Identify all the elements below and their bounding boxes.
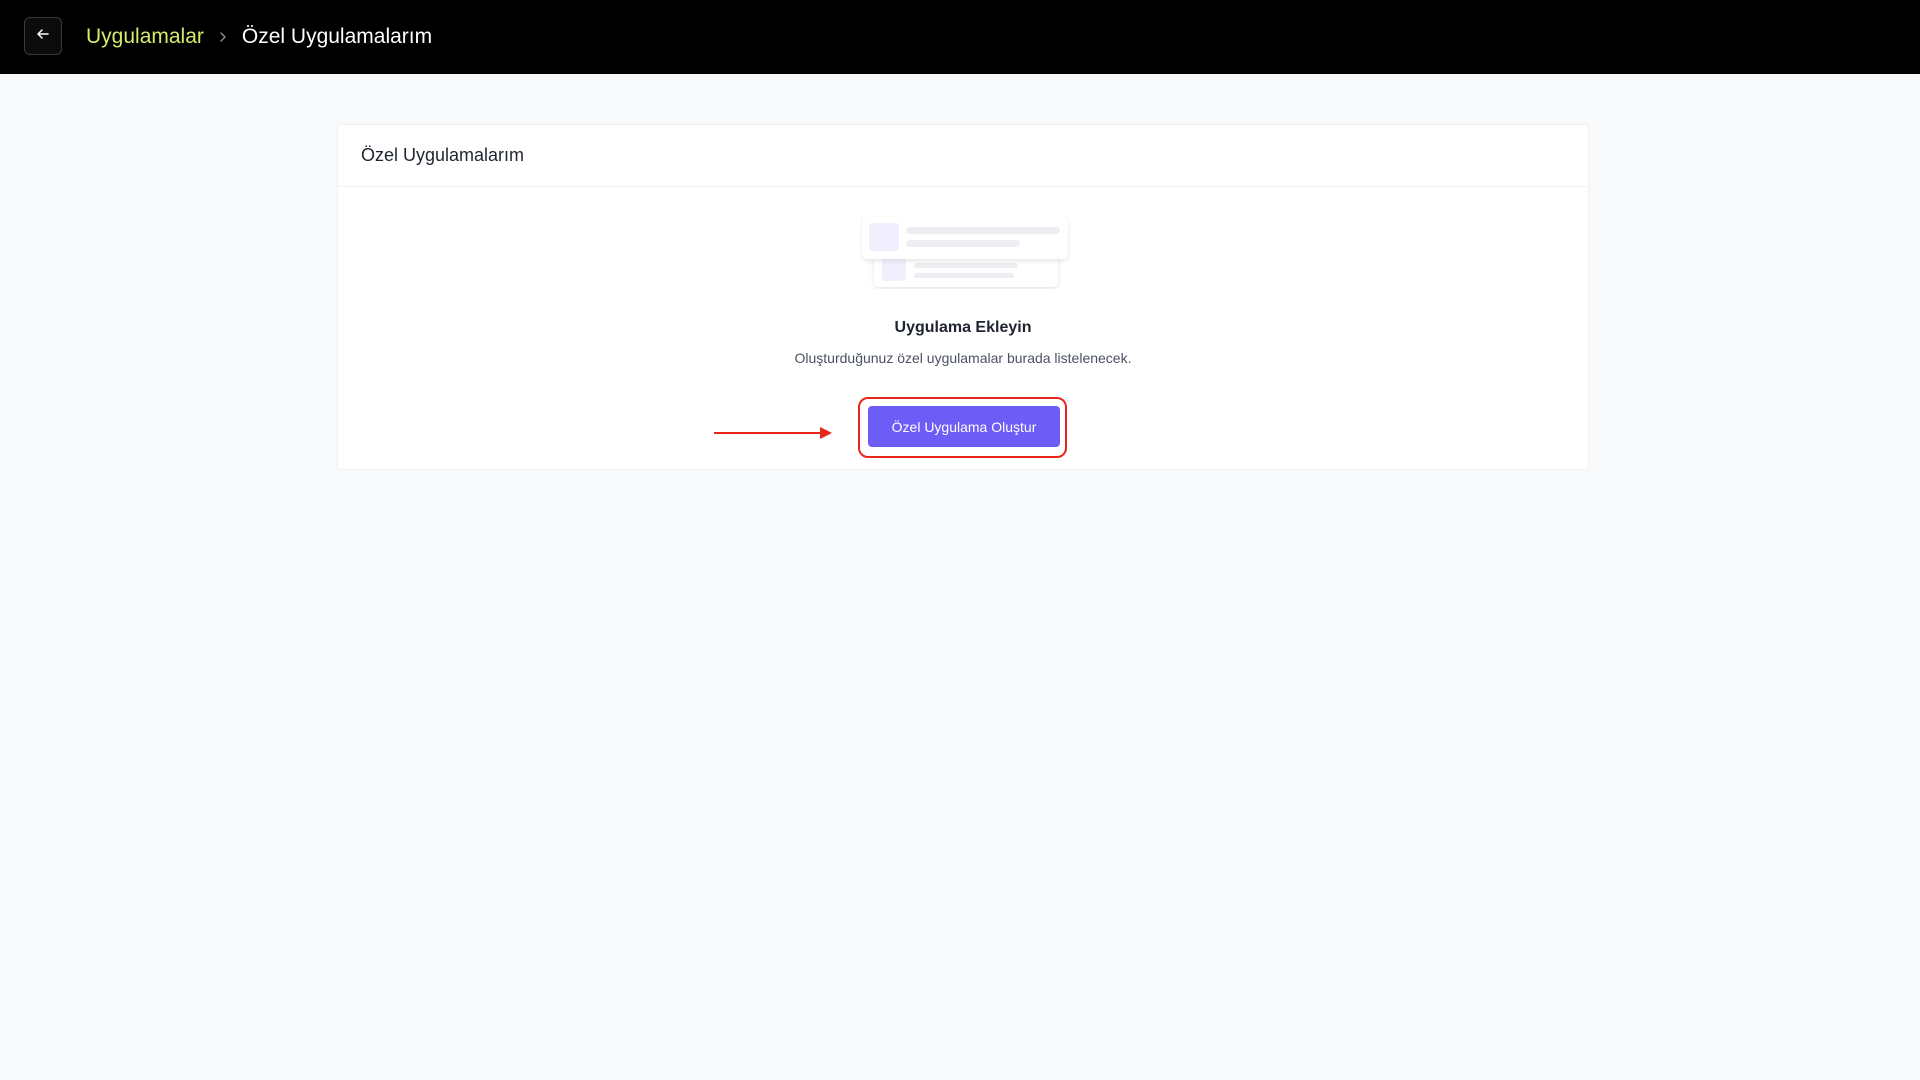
list-placeholder-illustration — [860, 213, 1072, 289]
chevron-right-icon — [218, 31, 228, 43]
arrow-right-icon — [714, 423, 834, 443]
custom-apps-card: Özel Uygulamalarım Uygulama Ekleyin Oluş… — [337, 124, 1589, 470]
empty-state-title: Uygulama Ekleyin — [894, 319, 1032, 336]
breadcrumb: Uygulamalar Özel Uygulamalarım — [86, 0, 432, 74]
card-title: Özel Uygulamalarım — [338, 125, 1588, 187]
top-bar: Uygulamalar Özel Uygulamalarım — [0, 0, 1920, 74]
arrow-left-icon — [35, 26, 51, 47]
create-custom-app-button[interactable]: Özel Uygulama Oluştur — [868, 406, 1060, 447]
empty-state-description: Oluşturduğunuz özel uygulamalar burada l… — [794, 350, 1132, 366]
breadcrumb-current: Özel Uygulamalarım — [241, 25, 433, 48]
breadcrumb-link-uygulamalar[interactable]: Uygulamalar — [86, 25, 204, 49]
back-button[interactable] — [24, 17, 62, 55]
